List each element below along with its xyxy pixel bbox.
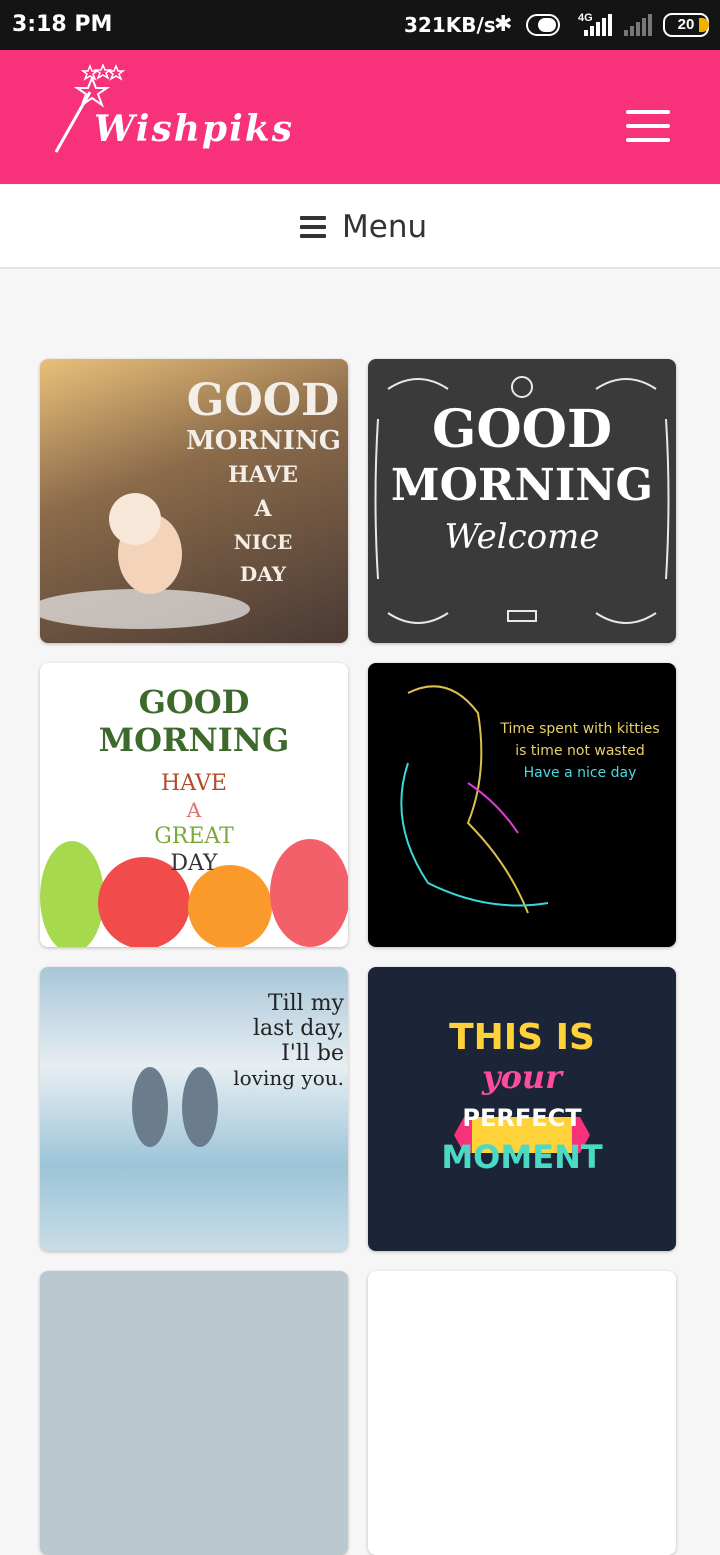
tile-text: MORNING (390, 460, 654, 511)
tile-text: Time spent with kitties (500, 721, 660, 737)
tile-text: Till my (267, 991, 344, 1016)
tile-text: A (254, 496, 272, 522)
wish-image-good-morning-chalkboard[interactable]: GOOD MORNING Welcome (368, 359, 676, 643)
tile-text: is time not wasted (515, 743, 645, 759)
tile-text: DAY (239, 562, 287, 586)
menu-label: Menu (342, 209, 428, 245)
wish-image-good-morning-fruits[interactable]: GOOD MORNING HAVE A GREAT DAY (40, 663, 348, 947)
signal-icon-sim2 (620, 14, 656, 36)
tile-text: GREAT (154, 824, 234, 849)
tile-text: A (186, 798, 202, 822)
wish-image-kitties-neon[interactable]: Time spent with kitties is time not wast… (368, 663, 676, 947)
tile-text: MORNING (186, 426, 341, 456)
wish-image-good-morning-baby[interactable]: GOOD MORNING HAVE A NICE DAY (40, 359, 348, 643)
battery-icon: 20 (663, 13, 709, 37)
wish-image-loving-you[interactable]: Till my last day, I'll be loving you. (40, 967, 348, 1251)
tile-text: GOOD (186, 375, 340, 426)
hamburger-menu-button[interactable] (626, 110, 670, 142)
logo-wordmark: Wishpiks (94, 108, 294, 150)
signal-icon (578, 14, 614, 36)
tile-text: NICE (233, 530, 293, 554)
tile-text: last day, (253, 1016, 344, 1041)
menu-bar[interactable]: Menu (0, 185, 720, 269)
tile-text: Welcome (444, 517, 600, 557)
tile-text: THIS IS (449, 1017, 595, 1058)
tile-text: PERFECT (462, 1104, 582, 1132)
tile-text: GOOD (431, 399, 613, 460)
toggle-icon (526, 14, 560, 36)
bars-icon (300, 216, 326, 238)
tile-text: DAY (170, 851, 218, 876)
site-logo[interactable]: Wishpiks (52, 62, 294, 164)
wish-image-partial[interactable] (368, 1271, 676, 1555)
bluetooth-icon: ✱ (494, 11, 513, 36)
battery-level: 20 (677, 16, 695, 33)
status-time: 3:18 PM (12, 12, 113, 37)
tile-text: Have a nice day (523, 765, 637, 781)
tile-text: HAVE (161, 771, 227, 796)
status-bar: 3:18 PM 321KB/s ✱ 4G 20 (0, 0, 720, 50)
tile-text: MOMENT (441, 1138, 603, 1176)
wish-image-partial[interactable] (40, 1271, 348, 1555)
tile-text: your (481, 1058, 563, 1096)
tile-text: GOOD MORNING (98, 683, 290, 759)
network-speed: 321KB/s (404, 13, 496, 37)
tile-text: loving you. (233, 1066, 344, 1090)
tile-text: I'll be (281, 1041, 344, 1066)
wish-image-perfect-moment[interactable]: THIS IS your PERFECT MOMENT (368, 967, 676, 1251)
tile-text: HAVE (227, 462, 299, 488)
